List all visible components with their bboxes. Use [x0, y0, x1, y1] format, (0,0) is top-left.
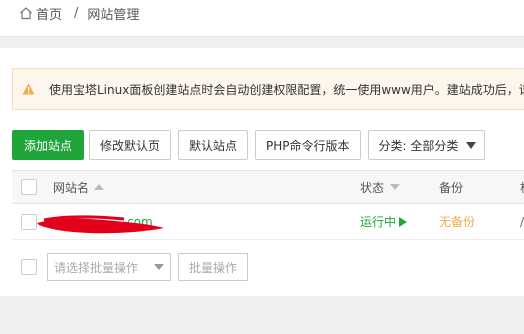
warning-icon — [22, 83, 35, 95]
alert-text: 使用宝塔Linux面板创建站点时会自动创建权限配置，统一使用www用户。建站成功… — [49, 82, 524, 97]
category-filter-select[interactable]: 分类: 全部分类 — [367, 130, 486, 160]
play-icon — [399, 216, 408, 227]
backup-cell[interactable]: 无备份 — [439, 204, 475, 239]
breadcrumb: 首页 / 网站管理 — [19, 4, 140, 23]
backup-label: 无备份 — [439, 215, 476, 229]
column-site-name-label: 网站名 — [53, 180, 90, 195]
batch-select-all-checkbox[interactable] — [21, 259, 37, 275]
toolbar: 添加站点 修改默认页 默认站点 PHP命令行版本 分类: 全部分类 — [12, 130, 492, 160]
batch-action-placeholder: 请选择批量操作 — [54, 260, 139, 275]
root-label: / — [520, 214, 524, 229]
column-root-label: 根 — [520, 179, 524, 196]
column-backup-label: 备份 — [439, 180, 464, 195]
breadcrumb-current: 网站管理 — [87, 7, 140, 23]
header-checkbox-cell — [21, 171, 37, 203]
column-status-label: 状态 — [360, 180, 385, 195]
default-site-button[interactable]: 默认站点 — [178, 130, 249, 160]
info-alert: 使用宝塔Linux面板创建站点时会自动创建权限配置，统一使用www用户。建站成功… — [12, 68, 524, 110]
chevron-down-icon — [466, 141, 477, 149]
php-cli-version-button[interactable]: PHP命令行版本 — [255, 130, 361, 160]
chevron-down-icon — [154, 264, 164, 270]
batch-action-select[interactable]: 请选择批量操作 — [47, 253, 171, 281]
column-root: 根 — [520, 171, 524, 203]
add-site-button[interactable]: 添加站点 — [12, 130, 85, 160]
sort-desc-icon — [390, 184, 401, 190]
breadcrumb-home[interactable]: 首页 — [36, 4, 62, 23]
top-bar: 首页 / 网站管理 — [0, 0, 524, 37]
status-label: 运行中 — [360, 215, 397, 229]
select-all-checkbox[interactable] — [21, 179, 37, 195]
sort-asc-icon — [94, 184, 105, 190]
home-icon[interactable] — [19, 6, 33, 20]
breadcrumb-separator: / — [74, 5, 79, 21]
category-filter-label: 分类: 全部分类 — [378, 138, 459, 153]
root-cell[interactable]: / — [520, 204, 524, 239]
edit-default-page-button[interactable]: 修改默认页 — [89, 130, 172, 160]
table-header: 网站名 状态 备份 根 — [12, 170, 524, 204]
site-table: 网站名 状态 备份 根 com — [12, 170, 524, 240]
column-site-name[interactable]: 网站名 — [53, 171, 105, 203]
status-cell[interactable]: 运行中 — [360, 204, 408, 239]
batch-bar: 请选择批量操作 批量操作 — [12, 253, 249, 281]
batch-action-button[interactable]: 批量操作 — [178, 253, 249, 281]
column-status[interactable]: 状态 — [360, 171, 401, 203]
site-management-panel: 使用宝塔Linux面板创建站点时会自动创建权限配置，统一使用www用户。建站成功… — [0, 48, 524, 296]
redaction-scribble — [37, 215, 164, 234]
table-row: com 运行中 无备份 / — [12, 204, 524, 240]
column-backup: 备份 — [439, 171, 463, 203]
